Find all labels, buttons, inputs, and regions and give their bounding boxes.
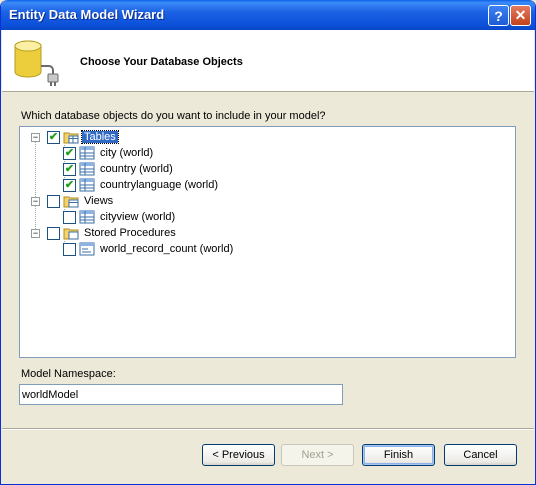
tables-expander[interactable]: − — [31, 133, 40, 142]
city-checkbox[interactable]: ✔ — [63, 146, 76, 160]
procedure-icon — [79, 242, 95, 256]
question-label: Which database objects do you want to in… — [21, 110, 326, 122]
tables-label: Tables — [81, 130, 119, 144]
tree-node-tables[interactable]: ✔ Tables — [47, 129, 119, 145]
button-separator — [2, 428, 534, 430]
page-title: Choose Your Database Objects — [80, 56, 243, 68]
folder-procedure-icon — [63, 228, 79, 240]
tree-node-stored-procedures[interactable]: Stored Procedures — [47, 225, 178, 241]
cancel-button[interactable]: Cancel — [444, 444, 517, 466]
procs-expander[interactable]: − — [31, 229, 40, 238]
country-checkbox[interactable]: ✔ — [63, 162, 76, 176]
finish-button[interactable]: Finish — [362, 444, 435, 466]
table-icon — [79, 162, 95, 176]
cityview-label: cityview (world) — [100, 211, 176, 223]
countrylanguage-label: countrylanguage (world) — [100, 179, 219, 191]
wizard-window: Entity Data Model Wizard ? ✕ Choose Your… — [0, 0, 536, 485]
world-record-count-label: world_record_count (world) — [100, 243, 234, 255]
tree-node-views[interactable]: Views — [47, 193, 115, 209]
view-icon — [79, 210, 95, 224]
city-label: city (world) — [100, 147, 154, 159]
table-icon — [79, 178, 95, 192]
model-namespace-input[interactable] — [19, 384, 343, 405]
tree-node-country[interactable]: ✔ country (world) — [63, 161, 175, 177]
cityview-checkbox[interactable] — [63, 210, 76, 224]
world-record-count-checkbox[interactable] — [63, 242, 76, 256]
wizard-header: Choose Your Database Objects — [2, 30, 534, 92]
help-button[interactable]: ? — [488, 5, 509, 26]
tree-line — [35, 141, 36, 237]
database-icon — [14, 40, 59, 86]
help-icon: ? — [494, 7, 503, 24]
views-expander[interactable]: − — [31, 197, 40, 206]
country-label: country (world) — [100, 163, 173, 175]
previous-button[interactable]: < Previous — [202, 444, 275, 466]
tables-checkbox[interactable]: ✔ — [47, 130, 60, 144]
views-label: Views — [84, 195, 114, 207]
tree-node-city[interactable]: ✔ city (world) — [63, 145, 155, 161]
window-title: Entity Data Model Wizard — [9, 7, 165, 22]
procs-label: Stored Procedures — [84, 227, 176, 239]
folder-view-icon — [63, 196, 79, 208]
next-button[interactable]: Next > — [281, 444, 354, 466]
database-objects-tree[interactable]: − ✔ Tables ✔ city (world) ✔ country (wor… — [19, 126, 516, 358]
tree-node-cityview[interactable]: cityview (world) — [63, 209, 177, 225]
title-bar[interactable]: Entity Data Model Wizard ? ✕ — [1, 0, 535, 30]
views-checkbox[interactable] — [47, 194, 60, 208]
procs-checkbox[interactable] — [47, 226, 60, 240]
tree-node-countrylanguage[interactable]: ✔ countrylanguage (world) — [63, 177, 220, 193]
close-button[interactable]: ✕ — [510, 5, 531, 26]
countrylanguage-checkbox[interactable]: ✔ — [63, 178, 76, 192]
folder-table-icon — [63, 132, 79, 144]
table-icon — [79, 146, 95, 160]
close-icon: ✕ — [514, 7, 527, 23]
tree-node-world-record-count[interactable]: world_record_count (world) — [63, 241, 235, 257]
model-namespace-label: Model Namespace: — [21, 368, 116, 380]
